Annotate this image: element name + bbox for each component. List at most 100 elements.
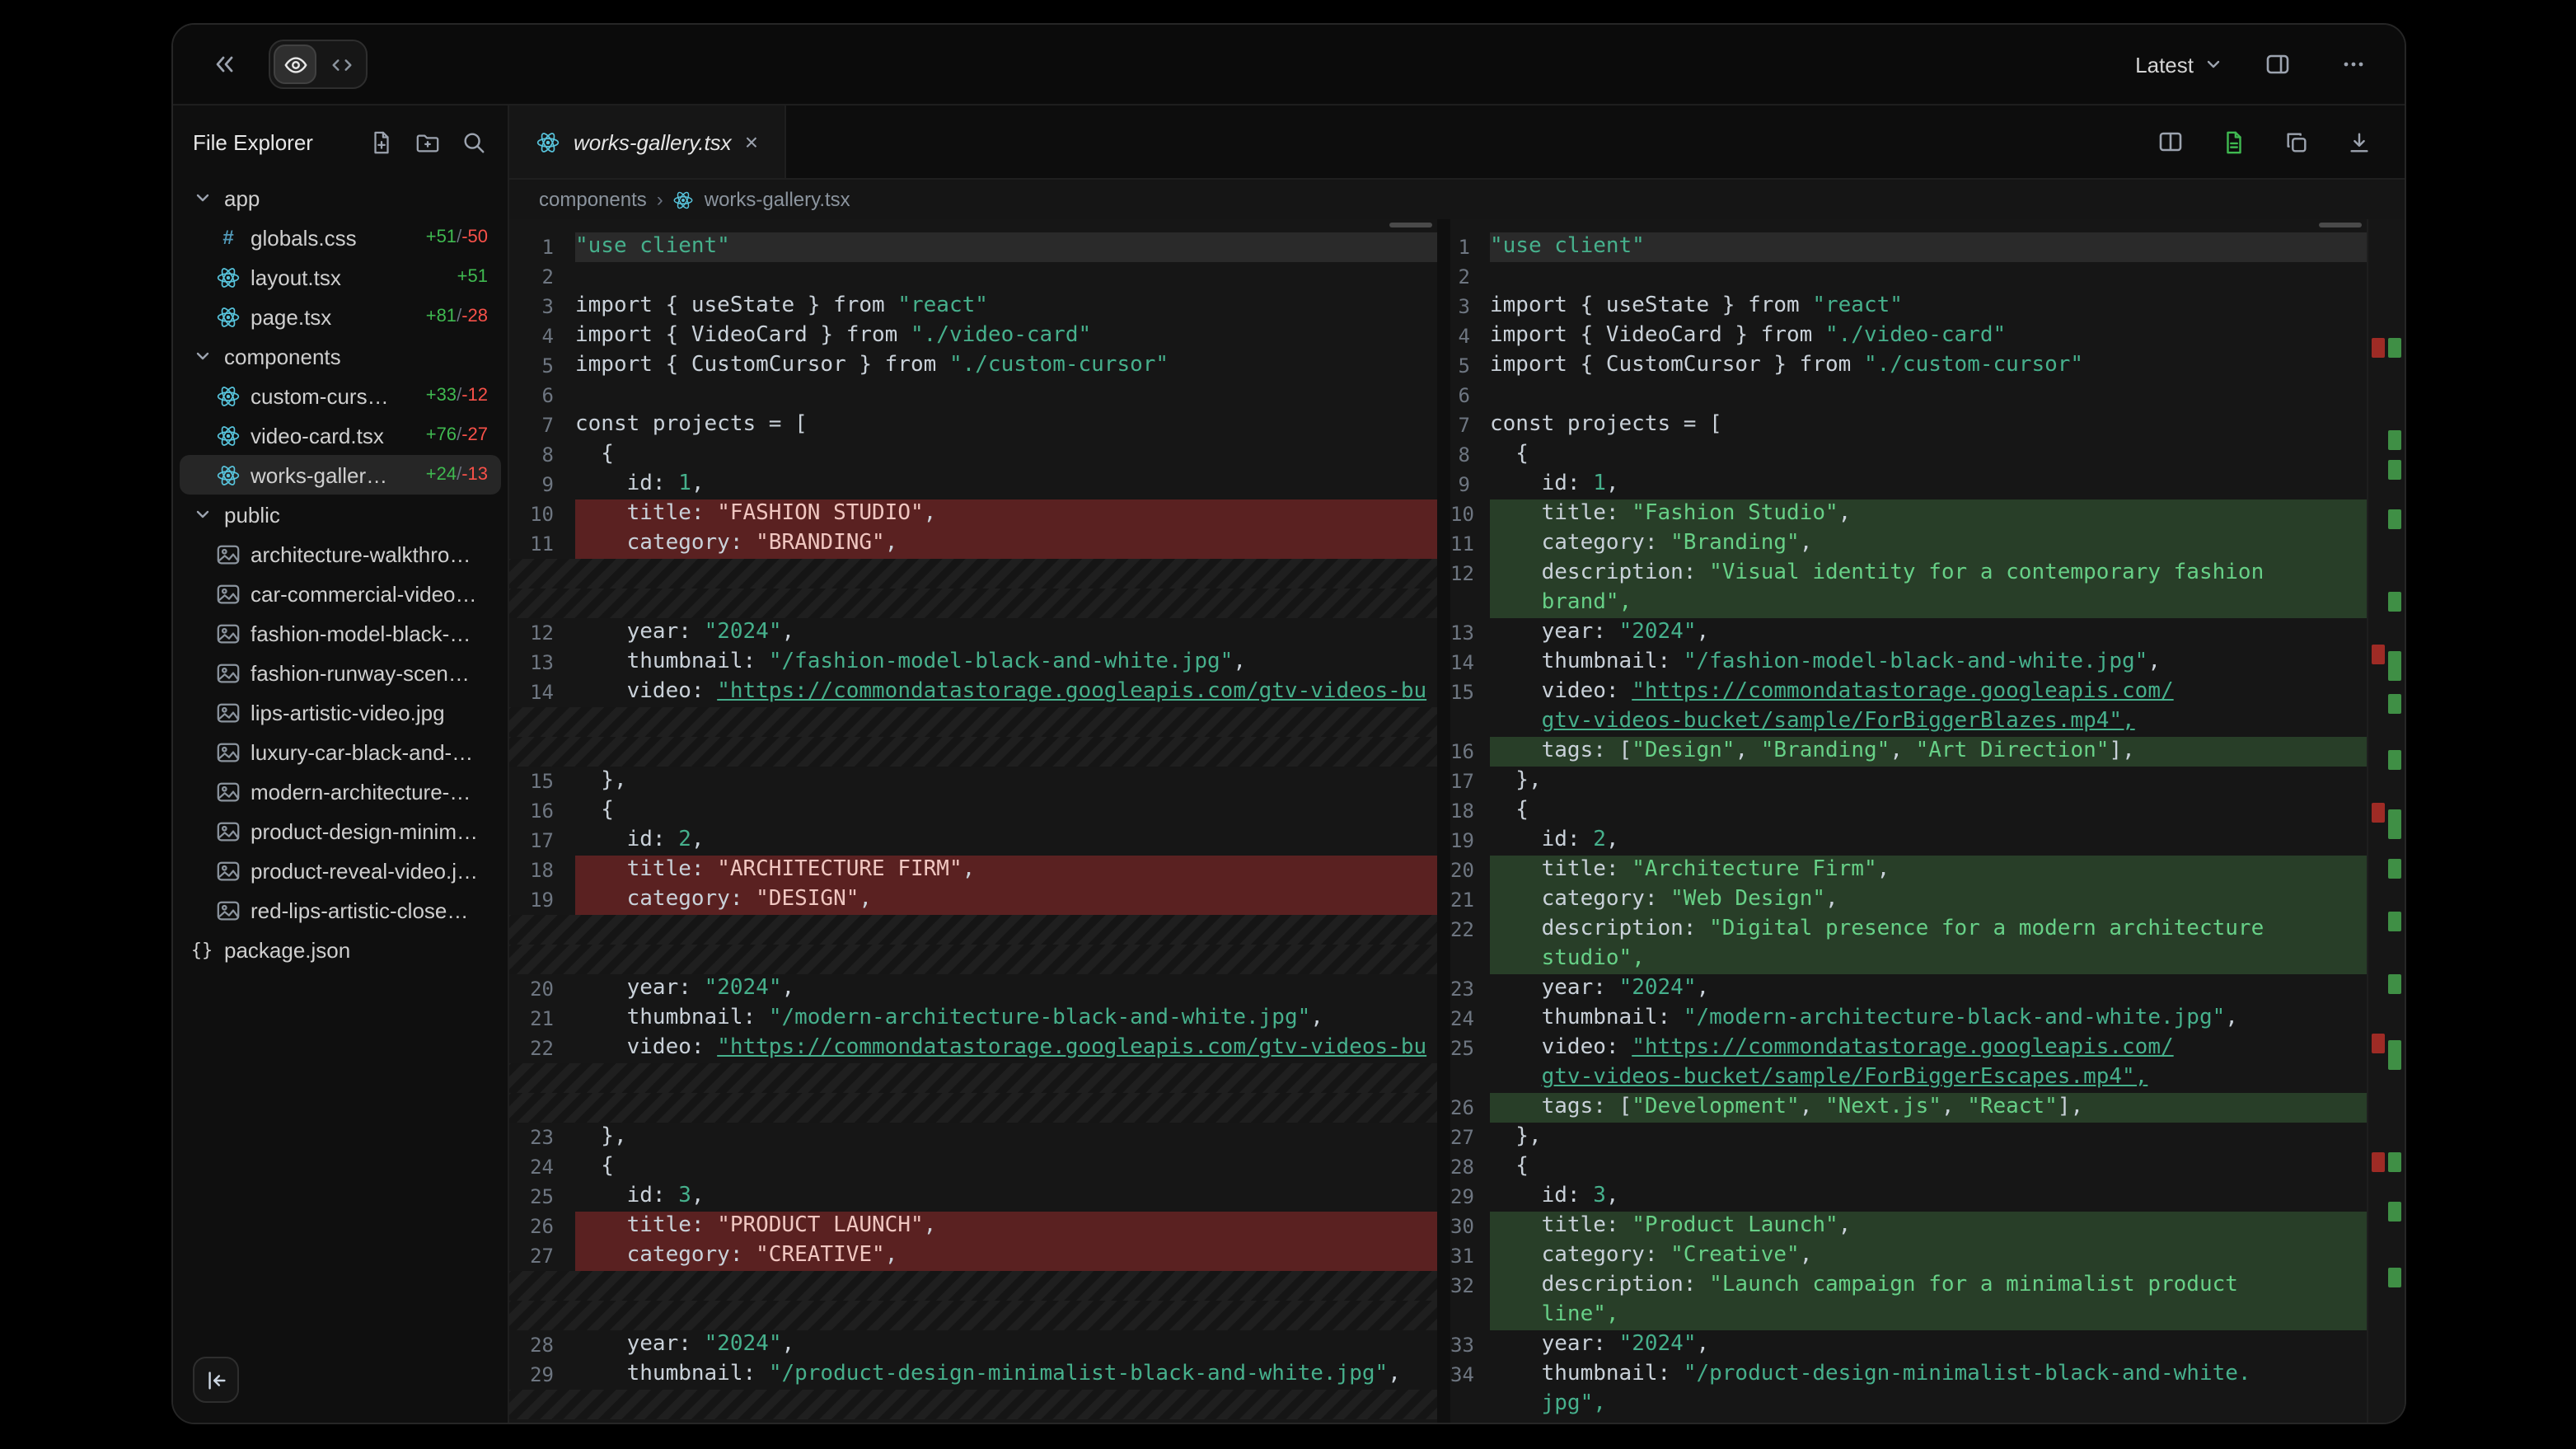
code-line[interactable]: 19 id: 2, — [1450, 826, 2367, 856]
file-item[interactable]: fashion-model-black-… — [180, 613, 501, 653]
code-line[interactable]: line", — [1450, 1301, 2367, 1330]
code-line[interactable]: 26 title: "PRODUCT LAUNCH", — [509, 1212, 1437, 1241]
code-line[interactable]: 33 year: "2024", — [1450, 1330, 2367, 1360]
file-item[interactable]: product-design-minim… — [180, 811, 501, 851]
code-line[interactable]: 3import { useState } from "react" — [509, 292, 1437, 321]
code-line[interactable]: 2 — [509, 262, 1437, 292]
code-line[interactable]: 8 { — [1450, 440, 2367, 470]
code-line[interactable]: 22 description: "Digital presence for a … — [1450, 915, 2367, 945]
file-item[interactable]: luxury-car-black-and-… — [180, 732, 501, 771]
code-line[interactable]: 21 thumbnail: "/modern-architecture-blac… — [509, 1004, 1437, 1034]
file-item[interactable]: works-galler…+24/-13 — [180, 455, 501, 495]
collapse-sidebar-button[interactable] — [193, 1357, 239, 1403]
folder-item[interactable]: public — [180, 495, 501, 534]
code-line[interactable]: 3import { useState } from "react" — [1450, 292, 2367, 321]
scrollbar-thumb[interactable] — [1389, 223, 1432, 227]
file-item[interactable]: video-card.tsx+76/-27 — [180, 415, 501, 455]
code-line[interactable]: 27 category: "CREATIVE", — [509, 1241, 1437, 1271]
code-line[interactable]: 29 id: 3, — [1450, 1182, 2367, 1212]
code-line[interactable]: 14 thumbnail: "/fashion-model-black-and-… — [1450, 648, 2367, 678]
code-line[interactable]: 15 }, — [509, 767, 1437, 796]
search-button[interactable] — [458, 127, 488, 157]
code-line[interactable]: 32 description: "Launch campaign for a m… — [1450, 1271, 2367, 1301]
breadcrumb-folder[interactable]: components — [539, 188, 647, 211]
code-line[interactable]: 18 { — [1450, 796, 2367, 826]
split-view-button[interactable] — [2154, 125, 2187, 158]
code-toggle-button[interactable] — [320, 45, 363, 84]
code-line[interactable]: 5import { CustomCursor } from "./custom-… — [509, 351, 1437, 381]
code-line[interactable]: 25 id: 3, — [509, 1182, 1437, 1212]
code-line[interactable]: 23 }, — [509, 1123, 1437, 1152]
code-line[interactable]: 28 { — [1450, 1152, 2367, 1182]
code-line[interactable]: 15 video: "https://commondatastorage.goo… — [1450, 678, 2367, 707]
code-line[interactable]: 19 category: "DESIGN", — [509, 885, 1437, 915]
file-item[interactable]: product-reveal-video.j… — [180, 851, 501, 890]
scrollbar-thumb[interactable] — [2319, 223, 2362, 227]
tab-works-gallery[interactable]: works-gallery.tsx × — [509, 106, 786, 178]
code-line[interactable]: 34 thumbnail: "/product-design-minimalis… — [1450, 1360, 2367, 1390]
preview-toggle-button[interactable] — [274, 45, 316, 84]
code-line[interactable]: 7const projects = [ — [509, 410, 1437, 440]
code-line[interactable]: 30 title: "Product Launch", — [1450, 1212, 2367, 1241]
code-line[interactable]: 2 — [1450, 262, 2367, 292]
code-line[interactable]: 17 }, — [1450, 767, 2367, 796]
code-line[interactable]: 4import { VideoCard } from "./video-card… — [1450, 321, 2367, 351]
code-line[interactable]: 29 thumbnail: "/product-design-minimalis… — [509, 1360, 1437, 1390]
version-dropdown[interactable]: Latest — [2135, 52, 2223, 77]
code-line[interactable]: 20 year: "2024", — [509, 974, 1437, 1004]
code-line[interactable]: 16 { — [509, 796, 1437, 826]
code-line[interactable]: 6 — [509, 381, 1437, 410]
download-button[interactable] — [2342, 125, 2375, 158]
code-line[interactable]: 14 video: "https://commondatastorage.goo… — [509, 678, 1437, 707]
code-line[interactable]: 5import { CustomCursor } from "./custom-… — [1450, 351, 2367, 381]
code-line[interactable]: 6 — [1450, 381, 2367, 410]
code-line[interactable]: 26 tags: ["Development", "Next.js", "Rea… — [1450, 1093, 2367, 1123]
file-item[interactable]: custom-curs…+33/-12 — [180, 376, 501, 415]
file-item[interactable]: lips-artistic-video.jpg — [180, 692, 501, 732]
code-line[interactable]: 8 { — [509, 440, 1437, 470]
file-item[interactable]: #globals.css+51/-50 — [180, 218, 501, 257]
code-line[interactable]: 16 tags: ["Design", "Branding", "Art Dir… — [1450, 737, 2367, 767]
code-line[interactable]: 13 thumbnail: "/fashion-model-black-and-… — [509, 648, 1437, 678]
code-line[interactable]: 1"use client" — [1450, 232, 2367, 262]
code-line[interactable]: 18 title: "ARCHITECTURE FIRM", — [509, 856, 1437, 885]
code-line[interactable]: 20 title: "Architecture Firm", — [1450, 856, 2367, 885]
code-line[interactable]: 12 description: "Visual identity for a c… — [1450, 559, 2367, 589]
file-item[interactable]: car-commercial-video… — [180, 574, 501, 613]
new-folder-button[interactable] — [412, 127, 442, 157]
layout-panel-button[interactable] — [2256, 43, 2299, 86]
code-line[interactable]: 21 category: "Web Design", — [1450, 885, 2367, 915]
more-options-button[interactable] — [2332, 43, 2375, 86]
code-line[interactable]: 13 year: "2024", — [1450, 618, 2367, 648]
file-item[interactable]: architecture-walkthro… — [180, 534, 501, 574]
file-item[interactable]: modern-architecture-… — [180, 771, 501, 811]
code-line[interactable]: 22 video: "https://commondatastorage.goo… — [509, 1034, 1437, 1063]
code-line[interactable]: 4import { VideoCard } from "./video-card… — [509, 321, 1437, 351]
code-line[interactable]: 11 category: "BRANDING", — [509, 529, 1437, 559]
folder-item[interactable]: components — [180, 336, 501, 376]
folder-item[interactable]: app — [180, 178, 501, 218]
code-line[interactable]: 28 year: "2024", — [509, 1330, 1437, 1360]
code-line[interactable]: jpg", — [1450, 1390, 2367, 1419]
file-item[interactable]: layout.tsx+51 — [180, 257, 501, 297]
code-line[interactable]: gtv-videos-bucket/sample/ForBiggerEscape… — [1450, 1063, 2367, 1093]
code-line[interactable]: 17 id: 2, — [509, 826, 1437, 856]
code-line[interactable]: 1"use client" — [509, 232, 1437, 262]
code-line[interactable]: gtv-videos-bucket/sample/ForBiggerBlazes… — [1450, 707, 2367, 737]
changes-file-button[interactable] — [2217, 125, 2250, 158]
new-file-button[interactable] — [366, 127, 396, 157]
code-line[interactable]: 9 id: 1, — [1450, 470, 2367, 499]
code-line[interactable]: 12 year: "2024", — [509, 618, 1437, 648]
code-line[interactable]: 31 category: "Creative", — [1450, 1241, 2367, 1271]
file-item[interactable]: {}package.json — [180, 930, 501, 969]
collapse-panel-button[interactable] — [203, 43, 246, 86]
code-line[interactable]: 10 title: "Fashion Studio", — [1450, 499, 2367, 529]
code-line[interactable]: 27 }, — [1450, 1123, 2367, 1152]
code-line[interactable]: studio", — [1450, 945, 2367, 974]
minimap[interactable] — [2367, 219, 2405, 1423]
code-line[interactable]: 24 thumbnail: "/modern-architecture-blac… — [1450, 1004, 2367, 1034]
code-line[interactable]: 23 year: "2024", — [1450, 974, 2367, 1004]
code-line[interactable]: brand", — [1450, 589, 2367, 618]
code-line[interactable]: 7const projects = [ — [1450, 410, 2367, 440]
code-line[interactable]: 25 video: "https://commondatastorage.goo… — [1450, 1034, 2367, 1063]
